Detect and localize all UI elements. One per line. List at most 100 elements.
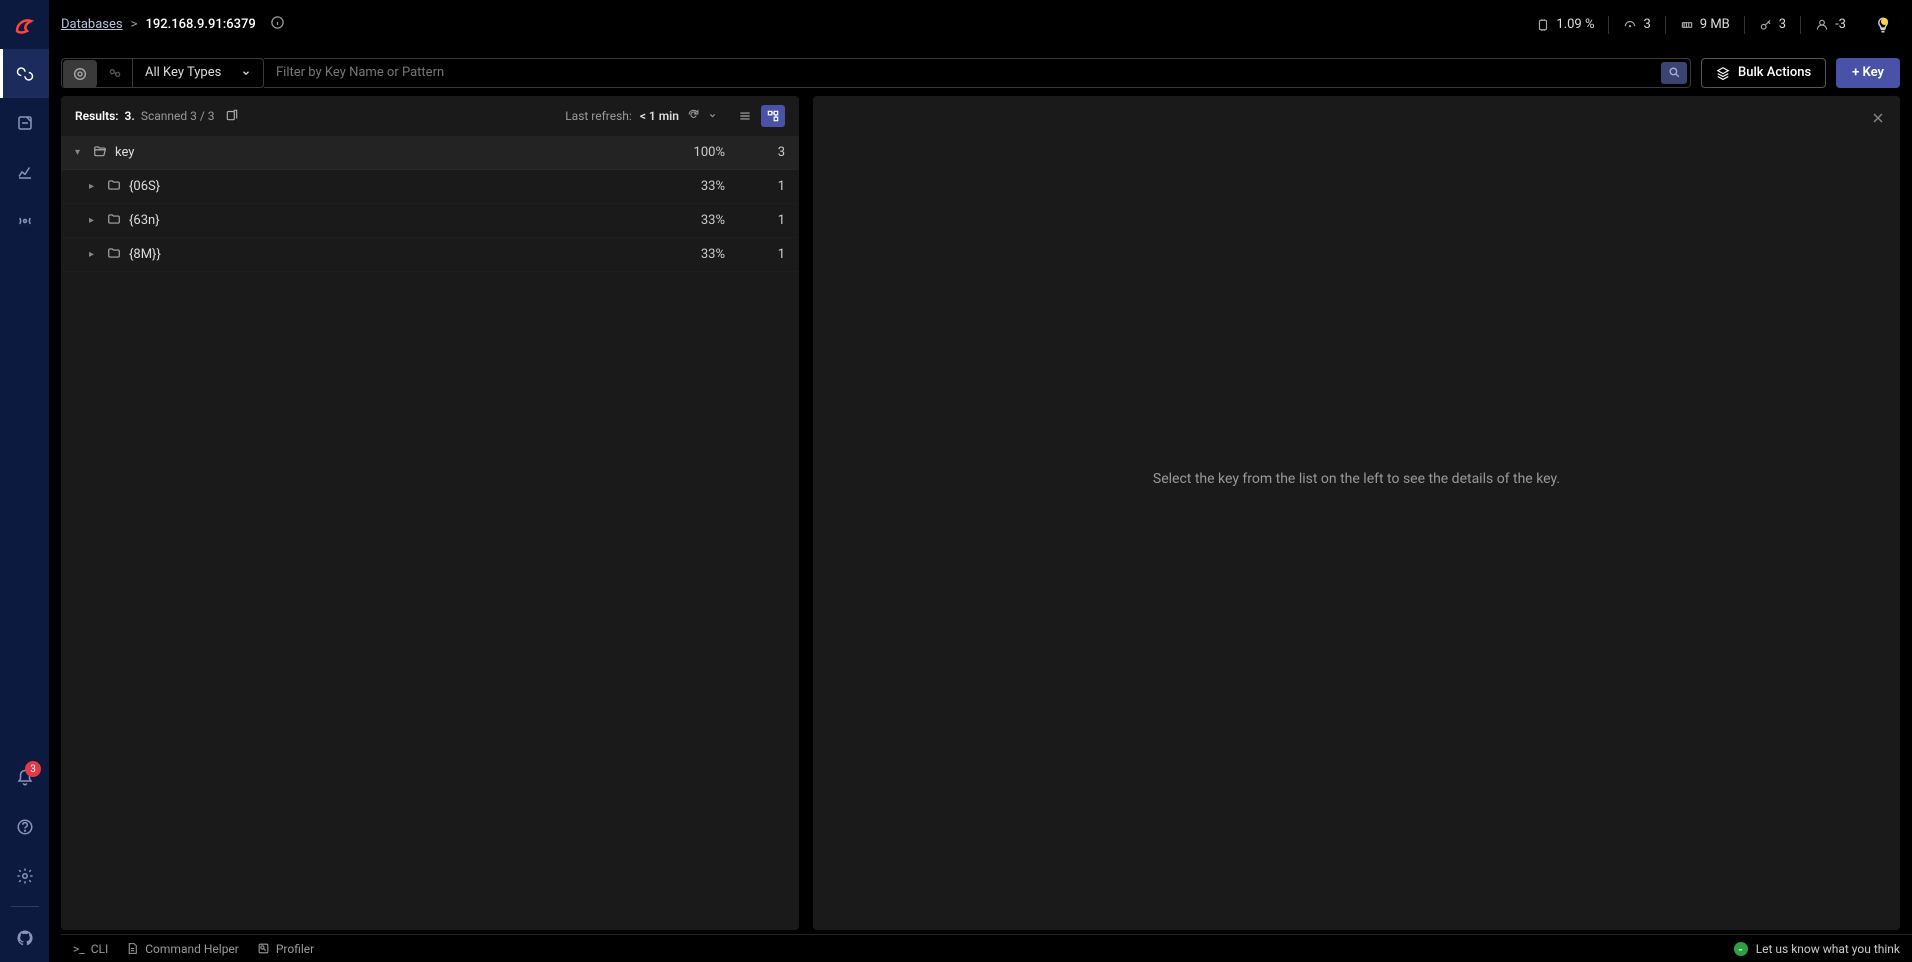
tree-child-pct: 33% — [665, 213, 725, 228]
chevron-right-icon: ▸ — [89, 249, 103, 260]
breadcrumb-sep: > — [131, 17, 138, 32]
stat-commands: 3 — [1609, 17, 1664, 32]
stat-keys: 3 — [1745, 17, 1800, 32]
terminal-icon: >_ — [73, 942, 85, 956]
document-icon — [126, 942, 139, 955]
stat-clients-value: -3 — [1835, 17, 1846, 32]
cli-label: CLI — [91, 942, 109, 956]
nav-pubsub[interactable] — [0, 196, 49, 245]
key-type-select[interactable]: All Key Types — [133, 59, 263, 87]
tree-child-name: {06S} — [129, 179, 665, 194]
stat-cpu-value: 1.09 % — [1556, 17, 1594, 32]
stat-commands-value: 3 — [1643, 17, 1650, 32]
tree-child-row[interactable]: ▸ {8M}} 33% 1 — [61, 238, 799, 272]
scan-more-icon[interactable] — [225, 108, 239, 125]
add-key-button[interactable]: + Key — [1836, 58, 1900, 88]
command-helper-button[interactable]: Command Helper — [126, 942, 239, 956]
nav-divider — [11, 906, 39, 907]
toolbar: All Key Types Bulk Actions + Key — [49, 49, 1912, 96]
refresh-label: Last refresh: — [565, 109, 632, 123]
nav-notifications[interactable]: 3 — [0, 753, 49, 802]
nav-settings[interactable] — [0, 851, 49, 900]
notif-badge: 3 — [25, 761, 41, 777]
tree-root-cnt: 3 — [725, 145, 785, 160]
nav-help[interactable] — [0, 802, 49, 851]
bottom-bar: >_ CLI Command Helper Profiler Let us kn… — [61, 934, 1912, 962]
close-button[interactable] — [1870, 110, 1886, 130]
stat-memory: 9 MB — [1666, 17, 1744, 32]
folder-icon — [107, 178, 121, 196]
profiler-icon — [257, 942, 270, 955]
search-container — [264, 58, 1691, 88]
feedback-label: Let us know what you think — [1756, 942, 1900, 956]
tree-root-row[interactable]: ▾ key 100% 3 — [61, 136, 799, 170]
nav-analysis[interactable] — [0, 147, 49, 196]
chevron-down-icon: ▾ — [75, 147, 89, 158]
bulk-label: Bulk Actions — [1738, 65, 1811, 80]
view-tree-button[interactable] — [761, 105, 785, 127]
redis-logo[interactable] — [0, 0, 49, 49]
scanned-label: Scanned 3 / 3 — [141, 109, 215, 123]
feedback-dot-icon — [1734, 942, 1748, 956]
profiler-button[interactable]: Profiler — [257, 942, 314, 956]
main: Results: 3. Scanned 3 / 3 Last refresh: … — [61, 96, 1900, 930]
chevron-right-icon: ▸ — [89, 181, 103, 192]
breadcrumb: Databases > 192.168.9.91:6379 — [61, 15, 285, 34]
results-count: 3. — [125, 109, 135, 123]
tree-child-name: {8M}} — [129, 247, 665, 262]
insights-dot — [1881, 18, 1888, 25]
view-list-button[interactable] — [733, 105, 757, 127]
breadcrumb-root[interactable]: Databases — [61, 17, 123, 32]
tree-child-row[interactable]: ▸ {63n} 33% 1 — [61, 204, 799, 238]
header: Databases > 192.168.9.91:6379 1.09 % 3 9… — [49, 0, 1912, 49]
stat-clients: -3 — [1801, 17, 1860, 32]
bulk-actions-button[interactable]: Bulk Actions — [1701, 58, 1826, 88]
stats: 1.09 % 3 9 MB 3 -3 — [1522, 16, 1860, 34]
stat-keys-value: 3 — [1779, 17, 1786, 32]
detail-empty-message: Select the key from the list on the left… — [813, 471, 1900, 487]
tree-child-name: {63n} — [129, 213, 665, 228]
list-header: Results: 3. Scanned 3 / 3 Last refresh: … — [61, 96, 799, 136]
detail-panel: Select the key from the list on the left… — [813, 96, 1900, 930]
search-input[interactable] — [264, 65, 1658, 80]
nav-browser[interactable] — [0, 49, 49, 98]
helper-label: Command Helper — [145, 942, 239, 956]
feedback-button[interactable]: Let us know what you think — [1734, 942, 1900, 956]
tree-child-cnt: 1 — [725, 179, 785, 194]
sidebar: 3 — [0, 0, 49, 962]
tree-child-cnt: 1 — [725, 213, 785, 228]
refresh-value: < 1 min — [640, 109, 679, 123]
filter-pattern-button[interactable] — [98, 59, 132, 87]
chevron-down-icon — [241, 68, 251, 78]
refresh-group: Last refresh: < 1 min — [565, 108, 717, 124]
insights-button[interactable] — [1866, 8, 1900, 42]
tree-child-row[interactable]: ▸ {06S} 33% 1 — [61, 170, 799, 204]
stat-memory-value: 9 MB — [1700, 17, 1730, 32]
stat-cpu: 1.09 % — [1522, 17, 1608, 32]
tree-child-pct: 33% — [665, 179, 725, 194]
layers-icon — [1716, 66, 1730, 80]
nav-workbench[interactable] — [0, 98, 49, 147]
refresh-dropdown[interactable] — [708, 109, 717, 123]
folder-icon — [107, 246, 121, 264]
breadcrumb-current: 192.168.9.91:6379 — [145, 17, 255, 32]
list-panel: Results: 3. Scanned 3 / 3 Last refresh: … — [61, 96, 799, 930]
chevron-right-icon: ▸ — [89, 215, 103, 226]
view-toggle — [733, 105, 785, 127]
folder-icon — [107, 212, 121, 230]
tree-child-cnt: 1 — [725, 247, 785, 262]
nav-github[interactable] — [0, 913, 49, 962]
profiler-label: Profiler — [276, 942, 314, 956]
cli-button[interactable]: >_ CLI — [73, 942, 108, 956]
filter-exact-button[interactable] — [63, 60, 97, 88]
tree-root-name: key — [115, 145, 665, 160]
tree-child-pct: 33% — [665, 247, 725, 262]
tree-root-pct: 100% — [665, 145, 725, 160]
refresh-button[interactable] — [687, 108, 700, 124]
key-type-label: All Key Types — [145, 65, 221, 80]
search-button[interactable] — [1661, 62, 1687, 84]
tree: ▾ key 100% 3 ▸ {06S} 33% 1 ▸ — [61, 136, 799, 930]
filter-group: All Key Types — [61, 58, 264, 88]
info-icon[interactable] — [270, 15, 285, 34]
folder-open-icon — [93, 144, 107, 162]
